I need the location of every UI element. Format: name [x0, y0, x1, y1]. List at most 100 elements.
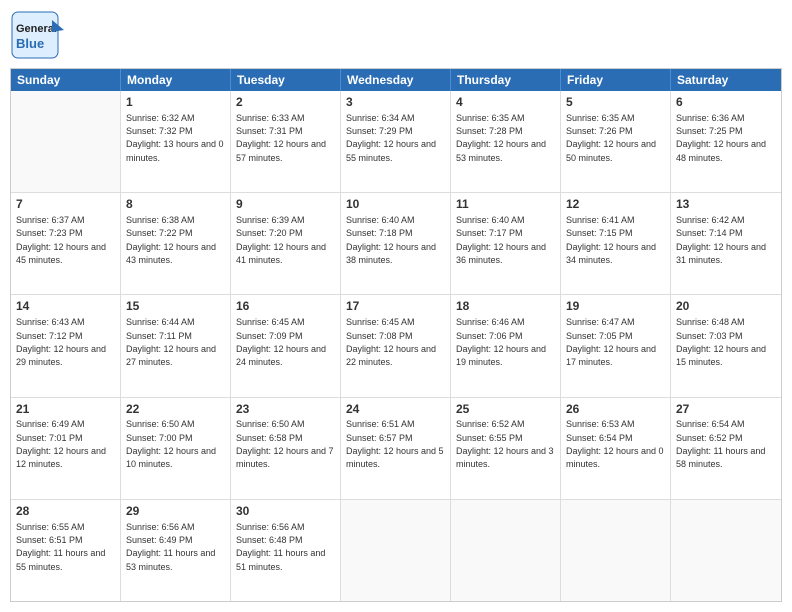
- sunset-text: Sunset: 6:52 PM: [676, 433, 743, 443]
- day-number: 29: [126, 503, 225, 520]
- sunset-text: Sunset: 7:12 PM: [16, 331, 83, 341]
- header-day-monday: Monday: [121, 69, 231, 91]
- daylight-text: Daylight: 12 hours and 15 minutes.: [676, 344, 766, 367]
- calendar-row-2: 7 Sunrise: 6:37 AM Sunset: 7:23 PM Dayli…: [11, 193, 781, 295]
- calendar-cell: 17 Sunrise: 6:45 AM Sunset: 7:08 PM Dayl…: [341, 295, 451, 396]
- calendar-cell: 6 Sunrise: 6:36 AM Sunset: 7:25 PM Dayli…: [671, 91, 781, 192]
- sunset-text: Sunset: 7:09 PM: [236, 331, 303, 341]
- sunrise-text: Sunrise: 6:41 AM: [566, 215, 635, 225]
- daylight-text: Daylight: 12 hours and 27 minutes.: [126, 344, 216, 367]
- sunrise-text: Sunrise: 6:32 AM: [126, 113, 195, 123]
- sunset-text: Sunset: 7:03 PM: [676, 331, 743, 341]
- day-number: 22: [126, 401, 225, 418]
- day-number: 9: [236, 196, 335, 213]
- day-number: 14: [16, 298, 115, 315]
- sunrise-text: Sunrise: 6:39 AM: [236, 215, 305, 225]
- calendar-cell: 15 Sunrise: 6:44 AM Sunset: 7:11 PM Dayl…: [121, 295, 231, 396]
- sunrise-text: Sunrise: 6:49 AM: [16, 419, 85, 429]
- day-number: 24: [346, 401, 445, 418]
- header-day-tuesday: Tuesday: [231, 69, 341, 91]
- daylight-text: Daylight: 12 hours and 34 minutes.: [566, 242, 656, 265]
- sunrise-text: Sunrise: 6:37 AM: [16, 215, 85, 225]
- logo: General Blue: [10, 10, 100, 60]
- calendar-cell: 12 Sunrise: 6:41 AM Sunset: 7:15 PM Dayl…: [561, 193, 671, 294]
- daylight-text: Daylight: 12 hours and 45 minutes.: [16, 242, 106, 265]
- sunset-text: Sunset: 7:20 PM: [236, 228, 303, 238]
- calendar-cell: 19 Sunrise: 6:47 AM Sunset: 7:05 PM Dayl…: [561, 295, 671, 396]
- daylight-text: Daylight: 12 hours and 19 minutes.: [456, 344, 546, 367]
- sunset-text: Sunset: 6:57 PM: [346, 433, 413, 443]
- daylight-text: Daylight: 11 hours and 53 minutes.: [126, 548, 215, 571]
- day-number: 17: [346, 298, 445, 315]
- day-number: 1: [126, 94, 225, 111]
- day-number: 12: [566, 196, 665, 213]
- calendar-row-4: 21 Sunrise: 6:49 AM Sunset: 7:01 PM Dayl…: [11, 398, 781, 500]
- daylight-text: Daylight: 12 hours and 12 minutes.: [16, 446, 106, 469]
- sunset-text: Sunset: 7:15 PM: [566, 228, 633, 238]
- daylight-text: Daylight: 11 hours and 58 minutes.: [676, 446, 765, 469]
- header: General Blue: [10, 10, 782, 60]
- day-number: 20: [676, 298, 776, 315]
- sunset-text: Sunset: 6:51 PM: [16, 535, 83, 545]
- daylight-text: Daylight: 12 hours and 31 minutes.: [676, 242, 766, 265]
- daylight-text: Daylight: 12 hours and 43 minutes.: [126, 242, 216, 265]
- sunrise-text: Sunrise: 6:34 AM: [346, 113, 415, 123]
- calendar-cell: 21 Sunrise: 6:49 AM Sunset: 7:01 PM Dayl…: [11, 398, 121, 499]
- sunrise-text: Sunrise: 6:52 AM: [456, 419, 525, 429]
- daylight-text: Daylight: 12 hours and 53 minutes.: [456, 139, 546, 162]
- day-number: 13: [676, 196, 776, 213]
- calendar-cell: 22 Sunrise: 6:50 AM Sunset: 7:00 PM Dayl…: [121, 398, 231, 499]
- sunrise-text: Sunrise: 6:47 AM: [566, 317, 635, 327]
- calendar-cell: 27 Sunrise: 6:54 AM Sunset: 6:52 PM Dayl…: [671, 398, 781, 499]
- sunrise-text: Sunrise: 6:35 AM: [456, 113, 525, 123]
- sunrise-text: Sunrise: 6:40 AM: [456, 215, 525, 225]
- svg-text:Blue: Blue: [16, 36, 44, 51]
- calendar-cell: 29 Sunrise: 6:56 AM Sunset: 6:49 PM Dayl…: [121, 500, 231, 601]
- calendar-cell: [561, 500, 671, 601]
- calendar-cell: 25 Sunrise: 6:52 AM Sunset: 6:55 PM Dayl…: [451, 398, 561, 499]
- daylight-text: Daylight: 12 hours and 38 minutes.: [346, 242, 436, 265]
- calendar-cell: 10 Sunrise: 6:40 AM Sunset: 7:18 PM Dayl…: [341, 193, 451, 294]
- daylight-text: Daylight: 12 hours and 5 minutes.: [346, 446, 444, 469]
- daylight-text: Daylight: 11 hours and 51 minutes.: [236, 548, 325, 571]
- header-day-saturday: Saturday: [671, 69, 781, 91]
- daylight-text: Daylight: 12 hours and 0 minutes.: [566, 446, 664, 469]
- calendar-cell: 5 Sunrise: 6:35 AM Sunset: 7:26 PM Dayli…: [561, 91, 671, 192]
- calendar-cell: 1 Sunrise: 6:32 AM Sunset: 7:32 PM Dayli…: [121, 91, 231, 192]
- daylight-text: Daylight: 12 hours and 7 minutes.: [236, 446, 334, 469]
- sunset-text: Sunset: 7:11 PM: [126, 331, 192, 341]
- daylight-text: Daylight: 11 hours and 55 minutes.: [16, 548, 105, 571]
- calendar-cell: 24 Sunrise: 6:51 AM Sunset: 6:57 PM Dayl…: [341, 398, 451, 499]
- calendar-cell: 8 Sunrise: 6:38 AM Sunset: 7:22 PM Dayli…: [121, 193, 231, 294]
- day-number: 27: [676, 401, 776, 418]
- calendar-cell: 7 Sunrise: 6:37 AM Sunset: 7:23 PM Dayli…: [11, 193, 121, 294]
- header-day-thursday: Thursday: [451, 69, 561, 91]
- sunset-text: Sunset: 7:17 PM: [456, 228, 523, 238]
- sunset-text: Sunset: 7:00 PM: [126, 433, 193, 443]
- sunrise-text: Sunrise: 6:51 AM: [346, 419, 415, 429]
- header-day-wednesday: Wednesday: [341, 69, 451, 91]
- calendar-cell: 26 Sunrise: 6:53 AM Sunset: 6:54 PM Dayl…: [561, 398, 671, 499]
- daylight-text: Daylight: 12 hours and 3 minutes.: [456, 446, 554, 469]
- sunrise-text: Sunrise: 6:54 AM: [676, 419, 745, 429]
- day-number: 4: [456, 94, 555, 111]
- day-number: 21: [16, 401, 115, 418]
- page: General Blue SundayMondayTuesdayWednesda…: [0, 0, 792, 612]
- sunset-text: Sunset: 7:01 PM: [16, 433, 83, 443]
- day-number: 18: [456, 298, 555, 315]
- sunset-text: Sunset: 6:55 PM: [456, 433, 523, 443]
- daylight-text: Daylight: 12 hours and 55 minutes.: [346, 139, 436, 162]
- day-number: 23: [236, 401, 335, 418]
- daylight-text: Daylight: 12 hours and 29 minutes.: [16, 344, 106, 367]
- sunset-text: Sunset: 6:48 PM: [236, 535, 303, 545]
- sunset-text: Sunset: 7:23 PM: [16, 228, 83, 238]
- calendar-row-1: 1 Sunrise: 6:32 AM Sunset: 7:32 PM Dayli…: [11, 91, 781, 193]
- calendar-cell: 3 Sunrise: 6:34 AM Sunset: 7:29 PM Dayli…: [341, 91, 451, 192]
- calendar-cell: [11, 91, 121, 192]
- sunset-text: Sunset: 7:28 PM: [456, 126, 523, 136]
- day-number: 2: [236, 94, 335, 111]
- sunset-text: Sunset: 7:14 PM: [676, 228, 743, 238]
- day-number: 7: [16, 196, 115, 213]
- day-number: 6: [676, 94, 776, 111]
- sunrise-text: Sunrise: 6:56 AM: [236, 522, 305, 532]
